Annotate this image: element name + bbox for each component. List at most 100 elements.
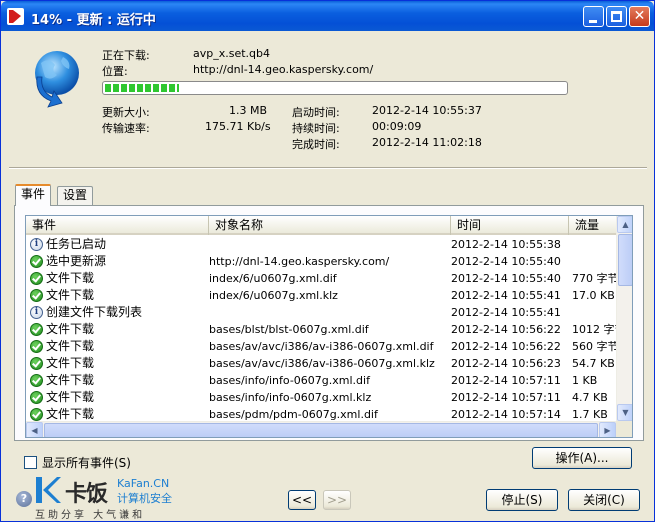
column-header-object[interactable]: 对象名称: [209, 216, 451, 235]
scroll-right-button[interactable]: ▶: [599, 422, 616, 437]
list-rows: 任务已启动 2012-2-14 10:55:38 选中更新源 http://dnl-1…: [26, 236, 616, 423]
row-object-cell: bases/blst/blst-0607g.xml.dif: [209, 323, 369, 336]
scroll-down-button[interactable]: ▼: [617, 404, 632, 421]
scroll-up-button[interactable]: ▲: [617, 216, 632, 233]
scroll-left-button[interactable]: ◀: [26, 422, 43, 437]
finish-time-label: 完成时间:: [292, 138, 340, 151]
tab-events[interactable]: 事件: [15, 184, 52, 206]
row-flow-cell: [572, 236, 616, 253]
success-check-icon: [30, 374, 43, 387]
row-object-cell: index/6/u0607g.xml.dif: [209, 272, 337, 285]
finish-time-value: 2012-2-14 11:02:18: [372, 136, 482, 149]
update-globe-icon: [35, 51, 79, 108]
maximize-button[interactable]: [606, 6, 627, 27]
tab-settings[interactable]: 设置: [57, 186, 94, 205]
row-flow-cell: 560 字节: [572, 340, 616, 353]
scrollbar-corner: [616, 421, 632, 437]
row-flow-cell: 1 KB: [572, 374, 598, 387]
horizontal-scroll-thumb[interactable]: [44, 423, 598, 437]
info-icon: [30, 238, 43, 251]
row-event-cell: 文件下载: [46, 339, 95, 353]
table-row[interactable]: 文件下载 bases/av/avc/i386/av-i386-0607g.xml.…: [26, 355, 616, 372]
row-object-cell: [209, 236, 449, 253]
row-object-cell: http://dnl-14.geo.kaspersky.com/: [209, 255, 390, 268]
success-check-icon: [30, 272, 43, 285]
tab-events-label: 事件: [21, 187, 46, 201]
logo-slogan: 互助分享 大气谦和: [35, 510, 146, 521]
row-time-cell: 2012-2-14 10:56:23: [451, 357, 561, 370]
row-time-cell: 2012-2-14 10:57:11: [451, 374, 561, 387]
update-window: 14% - 更新 : 运行中 ✕ 正在下载: avp_x.set.qb4 位置:…: [0, 0, 655, 522]
vertical-scrollbar[interactable]: ▲ ▼: [616, 216, 632, 421]
table-row[interactable]: 文件下载 index/6/u0607g.xml.klz 2012-2-14 10:5…: [26, 287, 616, 304]
logo-main-text: 卡饭: [65, 482, 108, 507]
row-event-cell: 创建文件下载列表: [46, 305, 143, 319]
table-row[interactable]: 文件下载 bases/info/info-0607g.xml.klz 2012-2-…: [26, 389, 616, 406]
start-time-value: 2012-2-14 10:55:37: [372, 104, 482, 117]
column-header-flow[interactable]: 流量: [569, 216, 616, 235]
row-event-cell: 文件下载: [46, 271, 95, 285]
success-check-icon: [30, 323, 43, 336]
table-row[interactable]: 创建文件下载列表 2012-2-14 10:55:41: [26, 304, 616, 321]
update-size-value: 1.3 MB: [229, 104, 268, 117]
table-row[interactable]: 文件下载 bases/blst/blst-0607g.xml.dif 2012-2-…: [26, 321, 616, 338]
previous-button[interactable]: <<: [288, 490, 316, 510]
success-check-icon: [30, 391, 43, 404]
row-flow-cell: 4.7 KB: [572, 391, 608, 404]
next-button[interactable]: >>: [323, 490, 351, 510]
header-divider: [9, 167, 647, 169]
table-row[interactable]: 任务已启动 2012-2-14 10:55:38: [26, 236, 616, 253]
transfer-rate-value: 175.71 Kb/s: [205, 120, 271, 133]
duration-label: 持续时间:: [292, 122, 340, 135]
table-row[interactable]: 文件下载 index/6/u0607g.xml.dif 2012-2-14 10:5…: [26, 270, 616, 287]
logo-sub-text: 计算机安全: [117, 492, 172, 505]
row-event-cell: 文件下载: [46, 373, 95, 387]
success-check-icon: [30, 357, 43, 370]
downloading-label: 正在下载:: [102, 49, 150, 62]
row-object-cell: bases/info/info-0607g.xml.klz: [209, 391, 372, 404]
show-all-events-label[interactable]: 显示所有事件(S): [42, 454, 131, 471]
row-time-cell: 2012-2-14 10:55:40: [451, 255, 561, 268]
vertical-scroll-thumb[interactable]: [618, 234, 632, 286]
maximize-icon: [611, 11, 622, 22]
row-object-cell: bases/av/avc/i386/av-i386-0607g.xml.klz: [209, 357, 435, 370]
show-all-events-checkbox[interactable]: [24, 456, 37, 469]
column-header-event[interactable]: 事件: [26, 216, 209, 235]
stop-button[interactable]: 停止(S): [486, 489, 558, 511]
row-time-cell: 2012-2-14 10:55:38: [451, 238, 561, 251]
row-flow-cell: [572, 253, 616, 270]
minimize-button[interactable]: [583, 6, 604, 27]
row-flow-cell: 17.0 KB: [572, 289, 615, 302]
table-row[interactable]: 选中更新源 http://dnl-14.geo.kaspersky.com/201…: [26, 253, 616, 270]
title-bar[interactable]: 14% - 更新 : 运行中 ✕: [1, 1, 654, 31]
column-header-time[interactable]: 时间: [451, 216, 569, 235]
row-flow-cell: 54.7 KB: [572, 357, 615, 370]
table-row[interactable]: 文件下载 bases/info/info-0607g.xml.dif 2012-2-…: [26, 372, 616, 389]
success-check-icon: [30, 255, 43, 268]
tab-settings-label: 设置: [63, 188, 88, 202]
row-time-cell: 2012-2-14 10:57:11: [451, 391, 561, 404]
row-object-cell: [209, 304, 449, 321]
help-icon[interactable]: ?: [16, 491, 32, 507]
logo-site-text: KaFan.CN: [117, 477, 170, 490]
row-flow-cell: 770 字节: [572, 272, 616, 285]
minimize-icon: [589, 20, 597, 23]
close-button[interactable]: 关闭(C): [568, 489, 640, 511]
close-window-button[interactable]: ✕: [629, 6, 650, 27]
window-title: 14% - 更新 : 运行中: [31, 13, 156, 28]
list-header: 事件 对象名称 时间 流量: [26, 216, 616, 235]
operations-button[interactable]: 操作(A)...: [532, 447, 632, 469]
horizontal-scrollbar[interactable]: ◀ ▶: [26, 421, 616, 437]
row-time-cell: 2012-2-14 10:56:22: [451, 323, 561, 336]
row-time-cell: 2012-2-14 10:55:41: [451, 306, 561, 319]
row-event-cell: 选中更新源: [46, 254, 107, 268]
table-row[interactable]: 文件下载 bases/av/avc/i386/av-i386-0607g.xml.…: [26, 338, 616, 355]
events-list[interactable]: 事件 对象名称 时间 流量 任务已启动 2012-2-14 10:55:38 选中更…: [25, 215, 633, 438]
row-event-cell: 文件下载: [46, 288, 95, 302]
success-check-icon: [30, 289, 43, 302]
row-flow-cell: 1012 字节: [572, 323, 616, 336]
close-icon: ✕: [633, 8, 646, 24]
row-object-cell: bases/info/info-0607g.xml.dif: [209, 374, 370, 387]
location-label: 位置:: [102, 65, 128, 78]
info-icon: [30, 306, 43, 319]
